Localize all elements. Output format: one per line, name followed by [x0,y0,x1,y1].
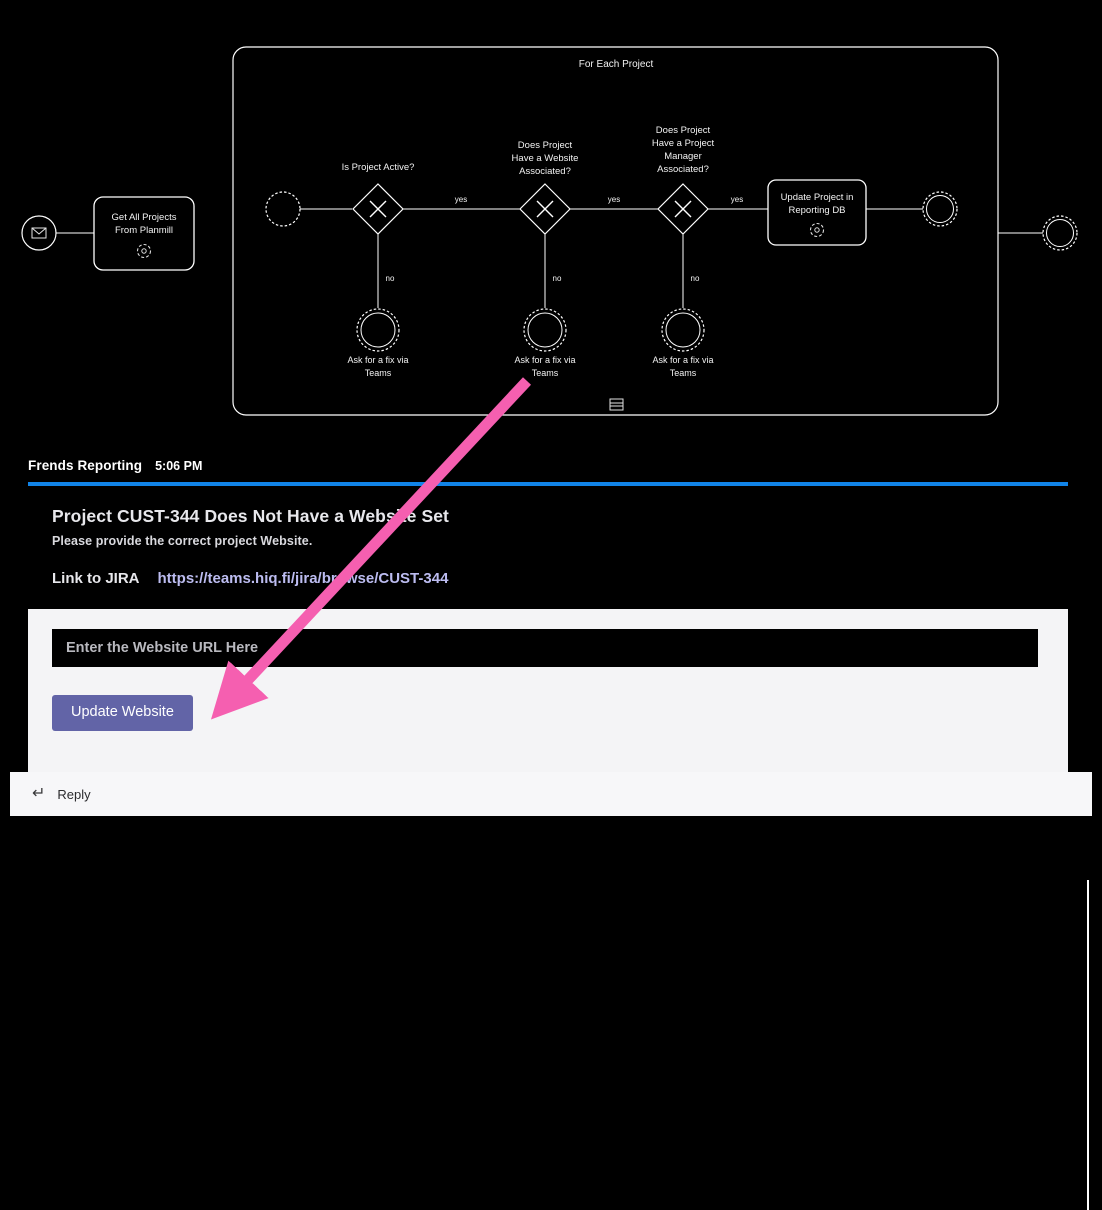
gateway-3-label-line4: Associated? [657,164,709,175]
flow-label-no-1: no [386,274,395,283]
card-subtitle: Please provide the correct project Websi… [52,533,313,548]
card-link-row: Link to JIRA https://teams.hiq.fi/jira/b… [52,570,1044,587]
gateway-3-label-line3: Manager [664,151,702,162]
flow-label-yes-3: yes [731,195,743,204]
flow-label-yes-1: yes [455,195,467,204]
adaptive-card-body: Project CUST-344 Does Not Have a Website… [28,486,1068,609]
gateway-2-label-line3: Associated? [519,166,571,177]
reply-arrow-icon: ↵ [32,785,46,802]
intermediate-event-2-label-line2: Teams [532,368,559,378]
flow-label-yes-2: yes [608,195,620,204]
task-update-project[interactable]: Update Project in Reporting DB [767,179,867,246]
task-update-project-line2: Reporting DB [788,205,845,216]
message-scrollbar[interactable] [1087,880,1089,1210]
bpmn-diagram-canvas[interactable]: Get All Projects From Planmill For Each … [0,0,1102,436]
intermediate-event-1-label-line2: Teams [365,368,392,378]
intermediate-event-1-label-line1: Ask for a fix via [347,355,408,365]
subprocess-title: For Each Project [579,59,654,70]
task-get-all-projects-line1: Get All Projects [112,212,177,223]
intermediate-event-ask-fix-2[interactable]: Ask for a fix via Teams [514,308,576,378]
gateway-2-label-line1: Does Project [518,140,573,151]
gateway-1-label: Is Project Active? [342,162,415,173]
adaptive-card: Project CUST-344 Does Not Have a Website… [28,482,1068,772]
jira-link[interactable]: https://teams.hiq.fi/jira/browse/CUST-34… [158,570,449,587]
flow-label-no-2: no [553,274,562,283]
gateway-has-website[interactable]: Does Project Have a Website Associated? [512,140,579,235]
task-update-project-line1: Update Project in [781,192,854,203]
card-link-label: Link to JIRA [52,569,140,587]
task-get-all-projects-line2: From Planmill [115,225,173,236]
process-end-event[interactable] [1042,215,1078,251]
message-header: Frends Reporting 5:06 PM [28,458,202,473]
reply-bar[interactable]: ↵ Reply [10,772,1092,816]
chat-message-area: Frends Reporting 5:06 PM Project CUST-34… [0,436,1102,1210]
gateway-is-project-active[interactable]: Is Project Active? [342,162,415,235]
adaptive-card-input-section [28,608,1068,667]
message-sender-name: Frends Reporting [28,458,143,473]
gateway-2-label-line2: Have a Website [512,153,579,164]
service-task-marker [136,243,152,259]
task-get-all-projects[interactable]: Get All Projects From Planmill [93,196,195,271]
bpmn-diagram-pane[interactable]: Get All Projects From Planmill For Each … [0,0,1102,436]
gateway-3-label-line1: Does Project [656,125,711,136]
website-url-input[interactable] [52,628,1038,667]
intermediate-event-ask-fix-3[interactable]: Ask for a fix via Teams [652,308,714,378]
intermediate-event-3-label-line2: Teams [670,368,697,378]
subprocess-start-event[interactable] [265,191,301,227]
message-timestamp: 5:06 PM [155,459,203,473]
service-task-marker-2 [809,222,825,238]
update-website-button[interactable]: Update Website [52,694,193,731]
adaptive-card-action-section: Update Website [28,666,1068,731]
gateway-3-label-line2: Have a Project [652,138,715,149]
flow-label-no-3: no [691,274,700,283]
card-title: Project CUST-344 Does Not Have a Website… [52,506,449,526]
intermediate-event-3-label-line1: Ask for a fix via [652,355,713,365]
gateway-has-project-manager[interactable]: Does Project Have a Project Manager Asso… [652,125,715,235]
message-start-event[interactable] [21,215,57,251]
reply-label: Reply [57,786,91,802]
intermediate-event-ask-fix-1[interactable]: Ask for a fix via Teams [347,308,409,378]
subprocess-end-event[interactable] [922,191,958,227]
intermediate-event-2-label-line1: Ask for a fix via [514,355,575,365]
subprocess-expanded-marker [609,398,624,411]
